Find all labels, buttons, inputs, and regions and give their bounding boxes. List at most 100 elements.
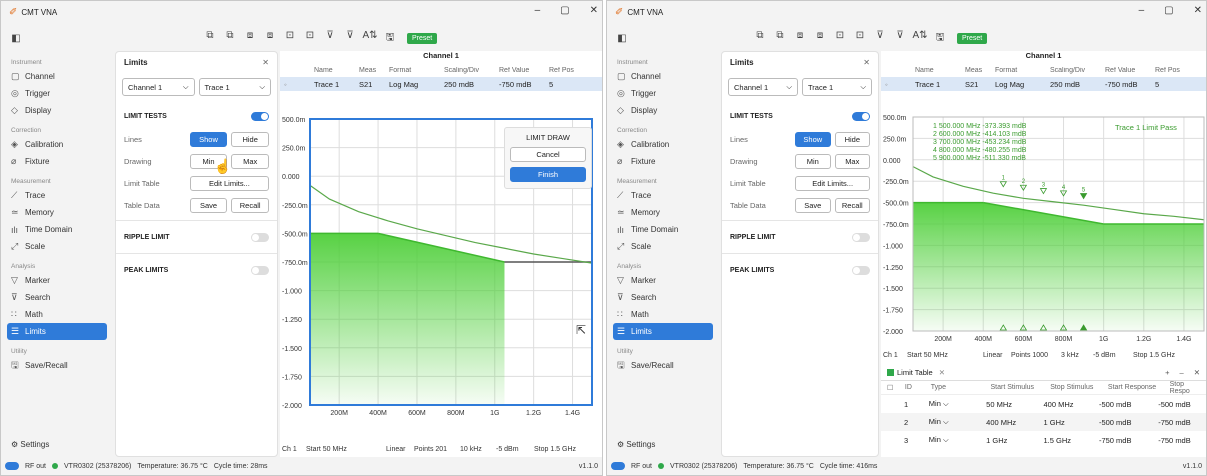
power[interactable]: -5 dBm xyxy=(496,446,534,453)
limit-cell[interactable]: Min ⌵ xyxy=(929,435,986,445)
sidebar-item-trigger[interactable]: ◎ Trigger xyxy=(1,85,113,102)
rf-out-toggle[interactable] xyxy=(5,462,19,470)
select-all-checkbox[interactable]: ☐ xyxy=(881,384,905,392)
sidebar-item-channel[interactable]: ▢ Channel xyxy=(607,68,719,85)
sidebar-item-memory[interactable]: ≃ Memory xyxy=(607,204,719,221)
trace-add-icon[interactable]: ⧉ xyxy=(751,30,769,47)
limit-cell[interactable]: Min ⌵ xyxy=(929,399,986,409)
settings-button[interactable]: ⚙ Settings xyxy=(617,440,655,449)
limit-table-row[interactable]: 3 Min ⌵ 1 GHz 1.5 GHz -750 mdB -750 mdB xyxy=(881,431,1206,449)
minus-icon[interactable]: – xyxy=(1180,368,1184,377)
marker-add-icon[interactable]: ⊽ xyxy=(321,30,339,47)
points[interactable]: Points 1000 xyxy=(1011,352,1061,359)
trace-select[interactable]: Trace 1 ⌵ xyxy=(802,78,872,96)
channel-remove-icon[interactable]: ⧈ xyxy=(811,30,829,47)
drawing-max-button[interactable]: Max xyxy=(834,153,871,169)
limit-tests-toggle[interactable] xyxy=(852,111,870,121)
close-icon[interactable]: ✕ xyxy=(590,5,598,16)
drawing-max-button[interactable]: Max xyxy=(231,153,269,169)
sidebar-item-save-recall[interactable]: 🖫 Save/Recall xyxy=(1,357,113,374)
sidebar-item-limits[interactable]: ☰ Limits xyxy=(613,323,713,340)
power[interactable]: -5 dBm xyxy=(1093,352,1133,359)
marker-remove-icon[interactable]: ⊽ xyxy=(341,30,359,47)
limit-tests-toggle[interactable] xyxy=(251,111,269,121)
marker-5-icon[interactable] xyxy=(1079,193,1088,200)
channel-add-icon[interactable]: ⧈ xyxy=(791,30,809,47)
sidebar-item-limits[interactable]: ☰ Limits xyxy=(7,323,107,340)
limit-table-row[interactable]: 2 Min ⌵ 400 MHz 1 GHz -500 mdB -750 mdB xyxy=(881,413,1206,431)
stop-freq[interactable]: Stop 1.5 GHz xyxy=(1133,352,1175,359)
trace-row[interactable]: ◦ Trace 1 S21 Log Mag 250 mdB -750 mdB 5 xyxy=(881,77,1206,91)
preset-button[interactable]: Preset xyxy=(957,32,988,44)
sidebar-item-time-domain[interactable]: ılı Time Domain xyxy=(1,221,113,238)
limit-draw-cancel-button[interactable]: Cancel xyxy=(510,147,586,162)
sidebar-item-fixture[interactable]: ⌀ Fixture xyxy=(1,153,113,170)
close-panel-icon[interactable]: ✕ xyxy=(262,58,269,67)
lines-show-button[interactable]: Show xyxy=(795,131,831,147)
save-button[interactable]: Save xyxy=(795,197,831,213)
sidebar-item-calibration[interactable]: ◈ Calibration xyxy=(1,136,113,153)
stop-freq[interactable]: Stop 1.5 GHz xyxy=(534,446,576,453)
edit-limits-button[interactable]: Edit Limits... xyxy=(795,175,870,191)
limit-table-tab[interactable]: Limit Table ✕ xyxy=(881,368,951,377)
chart-area[interactable]: 500.0m 250.0m 0.000 -250.0m -500.0m -750.0m -1… xyxy=(881,113,1206,347)
sidebar-item-scale[interactable]: ⤢ Scale xyxy=(607,238,719,255)
sidebar-item-marker[interactable]: ▽ Marker xyxy=(1,272,113,289)
ifbw[interactable]: 10 kHz xyxy=(460,446,496,453)
close-icon[interactable]: ✕ xyxy=(1194,5,1202,16)
peak-limits-toggle[interactable] xyxy=(251,265,269,275)
maximize-icon[interactable]: ▢ xyxy=(1164,5,1173,16)
sidebar-item-save-recall[interactable]: 🖫 Save/Recall xyxy=(607,357,719,374)
recall-button[interactable]: Recall xyxy=(231,197,269,213)
ripple-limit-toggle[interactable] xyxy=(852,232,870,242)
limit-draw-finish-button[interactable]: Finish xyxy=(510,167,586,182)
sweep-type[interactable]: Linear xyxy=(386,446,414,453)
sidebar-item-math[interactable]: ∷ Math xyxy=(1,306,113,323)
sidebar-item-trigger[interactable]: ◎ Trigger xyxy=(607,85,719,102)
close-panel-icon[interactable]: ✕ xyxy=(863,58,870,67)
sidebar-item-time-domain[interactable]: ılı Time Domain xyxy=(607,221,719,238)
trace-row[interactable]: ◦ Trace 1 S21 Log Mag 250 mdB -750 mdB 5 xyxy=(280,77,602,91)
sweep-type[interactable]: Linear xyxy=(983,352,1011,359)
minimize-icon[interactable]: – xyxy=(1139,5,1145,16)
sidebar-item-channel[interactable]: ▢ Channel xyxy=(1,68,113,85)
limit-cell[interactable]: Min ⌵ xyxy=(929,417,986,427)
sidebar-item-memory[interactable]: ≃ Memory xyxy=(1,204,113,221)
drawing-min-button[interactable]: Min xyxy=(795,153,831,169)
recall-button[interactable]: Recall xyxy=(834,197,871,213)
save-menu-icon[interactable]: 🖫 xyxy=(381,30,399,47)
start-freq[interactable]: Start 50 MHz xyxy=(907,352,983,359)
minimize-icon[interactable]: – xyxy=(535,5,541,16)
sidebar-item-trace[interactable]: ⟋ Trace xyxy=(607,187,719,204)
close-icon[interactable]: ✕ xyxy=(1194,368,1200,377)
limit-table-row[interactable]: 1 Min ⌵ 50 MHz 400 MHz -500 mdB -500 mdB xyxy=(881,395,1206,413)
channel-add-icon[interactable]: ⧈ xyxy=(241,30,259,47)
layout-alt-icon[interactable]: ⊡ xyxy=(301,30,319,47)
ripple-limit-toggle[interactable] xyxy=(251,232,269,242)
trace-add-icon[interactable]: ⧉ xyxy=(201,30,219,47)
sidebar-item-marker[interactable]: ▽ Marker xyxy=(607,272,719,289)
sidebar-item-search[interactable]: ⊽ Search xyxy=(607,289,719,306)
sidebar-toggle-icon[interactable]: ◧ xyxy=(7,33,25,44)
sidebar-item-scale[interactable]: ⤢ Scale xyxy=(1,238,113,255)
sidebar-item-math[interactable]: ∷ Math xyxy=(607,306,719,323)
peak-limits-toggle[interactable] xyxy=(852,265,870,275)
marker-1-icon[interactable] xyxy=(999,181,1008,188)
layout-alt-icon[interactable]: ⊡ xyxy=(851,30,869,47)
edit-limits-button[interactable]: Edit Limits... xyxy=(189,175,269,191)
sidebar-item-fixture[interactable]: ⌀ Fixture xyxy=(607,153,719,170)
ifbw[interactable]: 3 kHz xyxy=(1061,352,1093,359)
autoscale-icon[interactable]: A⇅ xyxy=(361,30,379,47)
sidebar-item-trace[interactable]: ⟋ Trace xyxy=(1,187,113,204)
marker-remove-icon[interactable]: ⊽ xyxy=(891,30,909,47)
sidebar-item-display[interactable]: ◇ Display xyxy=(607,102,719,119)
trace-select[interactable]: Trace 1 ⌵ xyxy=(198,78,271,96)
save-button[interactable]: Save xyxy=(189,197,228,213)
channel-select[interactable]: Channel 1 ⌵ xyxy=(122,78,195,96)
lines-hide-button[interactable]: Hide xyxy=(231,131,269,147)
rf-out-toggle[interactable] xyxy=(611,462,625,470)
sidebar-item-search[interactable]: ⊽ Search xyxy=(1,289,113,306)
maximize-icon[interactable]: ▢ xyxy=(560,5,569,16)
autoscale-icon[interactable]: A⇅ xyxy=(911,30,929,47)
start-freq[interactable]: Start 50 MHz xyxy=(306,446,386,453)
